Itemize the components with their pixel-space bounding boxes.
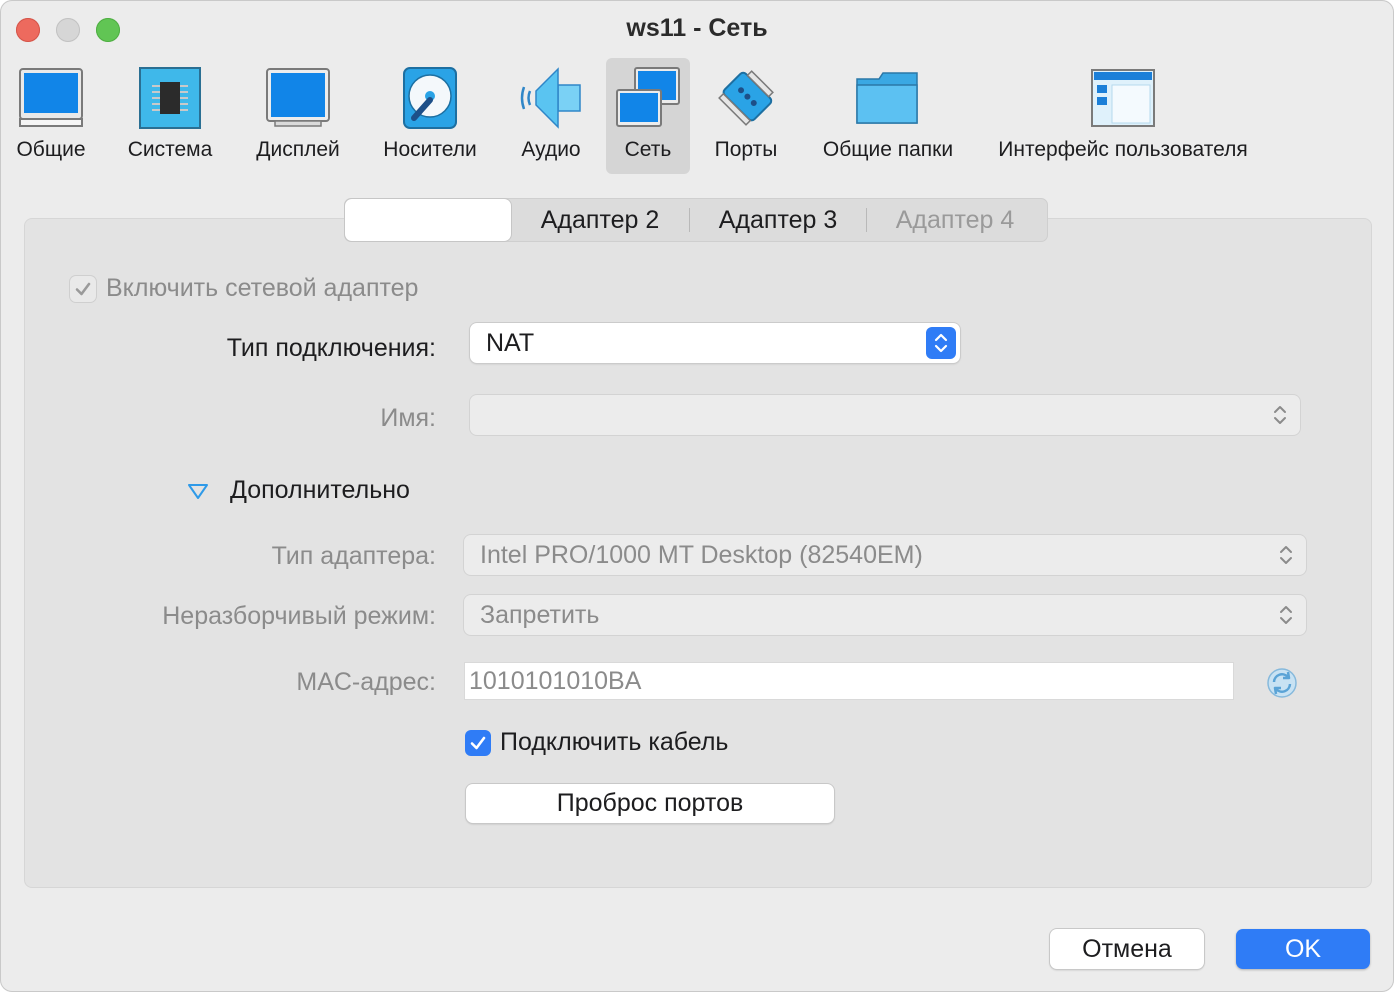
window-title: ws11 - Сеть: [626, 14, 768, 42]
shared-folder-icon: [855, 62, 921, 134]
mac-address-label: MAC-адрес:: [296, 668, 436, 696]
toolbar-label: Аудио: [521, 138, 581, 161]
toolbar-item-ports[interactable]: Порты: [704, 58, 788, 174]
name-select[interactable]: [470, 395, 1300, 435]
enable-adapter-label: Включить сетевой адаптер: [106, 274, 419, 302]
general-icon: [18, 62, 84, 134]
display-icon: [265, 62, 331, 134]
tab-adapter-4[interactable]: Адаптер 4: [867, 199, 1043, 241]
checkmark-icon: [470, 736, 486, 750]
select-stepper-icon: [926, 327, 956, 359]
adapter-type-label: Тип адаптера:: [271, 542, 436, 570]
toolbar-label: Носители: [383, 138, 477, 161]
ok-button[interactable]: OK: [1236, 929, 1370, 969]
tab-adapter-1[interactable]: [345, 199, 511, 241]
attached-type-value: NAT: [486, 328, 535, 357]
enable-adapter-checkbox[interactable]: [70, 276, 96, 302]
adapter-tabs: Адаптер 2 Адаптер 3 Адаптер 4: [344, 198, 1048, 242]
name-label: Имя:: [380, 404, 436, 432]
cancel-button[interactable]: Отмена: [1050, 929, 1204, 969]
mac-address-field[interactable]: 1010101010BA: [464, 662, 1234, 700]
toolbar-label: Дисплей: [256, 138, 340, 161]
promiscuous-mode-value: Запретить: [480, 600, 600, 629]
toolbar-label: Интерфейс пользователя: [998, 138, 1248, 161]
toolbar-item-network[interactable]: Сеть: [606, 58, 690, 174]
select-stepper-icon: [1274, 406, 1286, 424]
refresh-mac-icon[interactable]: [1266, 667, 1298, 704]
toolbar-item-audio[interactable]: Аудио: [510, 58, 592, 174]
network-icon: [615, 62, 681, 134]
toolbar-label: Система: [127, 138, 213, 161]
port-forwarding-button[interactable]: Проброс портов: [466, 784, 834, 823]
toolbar-item-display[interactable]: Дисплей: [248, 58, 348, 174]
promiscuous-mode-label: Неразборчивый режим:: [162, 602, 436, 630]
toolbar-item-shared-folders[interactable]: Общие папки: [812, 58, 964, 174]
checkmark-icon: [75, 282, 91, 296]
toolbar-item-user-interface[interactable]: Интерфейс пользователя: [990, 58, 1256, 174]
toolbar-item-system[interactable]: Система: [120, 58, 220, 174]
toolbar-item-storage[interactable]: Носители: [376, 58, 484, 174]
toolbar-label: Сеть: [624, 138, 672, 161]
advanced-section-label[interactable]: Дополнительно: [230, 476, 410, 505]
audio-speaker-icon: [518, 62, 584, 134]
attached-type-select[interactable]: NAT: [470, 323, 960, 363]
user-interface-icon: [1090, 62, 1156, 134]
select-stepper-icon: [1280, 606, 1292, 624]
attached-type-label: Тип подключения:: [226, 334, 436, 362]
toolbar-label: Общие: [16, 138, 86, 161]
cable-connected-label: Подключить кабель: [500, 728, 729, 756]
system-chip-icon: [138, 62, 202, 134]
adapter-type-select[interactable]: Intel PRO/1000 MT Desktop (82540EM): [464, 535, 1306, 575]
cable-connected-checkbox[interactable]: [465, 730, 491, 756]
title-bar: ws11 - Сеть: [0, 0, 1394, 58]
disclosure-triangle-icon[interactable]: [186, 481, 210, 506]
toolbar-item-general[interactable]: Общие: [10, 58, 92, 174]
toolbar-label: Общие папки: [822, 138, 954, 161]
tab-adapter-2[interactable]: Адаптер 2: [511, 199, 689, 241]
ports-icon: [713, 62, 779, 134]
tab-adapter-3[interactable]: Адаптер 3: [690, 199, 866, 241]
storage-disk-icon: [402, 62, 458, 134]
adapter-type-value: Intel PRO/1000 MT Desktop (82540EM): [480, 540, 923, 569]
promiscuous-mode-select[interactable]: Запретить: [464, 595, 1306, 635]
settings-window: ws11 - Сеть Общие Система Дисплей Носите…: [0, 0, 1394, 992]
toolbar-label: Порты: [714, 138, 778, 161]
select-stepper-icon: [1280, 546, 1292, 564]
